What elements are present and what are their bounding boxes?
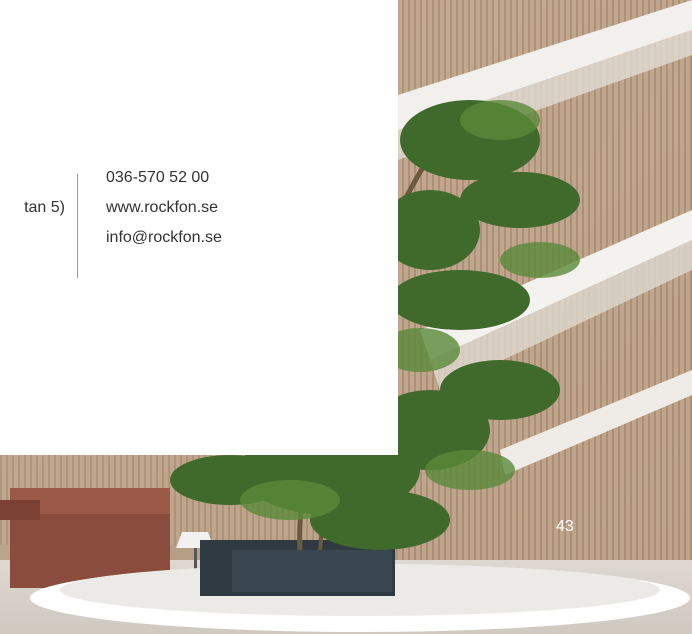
- contact-details-column: 036-570 52 00 www.rockfon.se info@rockfo…: [106, 163, 222, 253]
- phone-number: 036-570 52 00: [106, 169, 210, 186]
- address-line-3: [0, 223, 65, 253]
- address-line-2: tan 5): [24, 199, 65, 216]
- contact-address-column: tan 5): [0, 163, 65, 253]
- page-number: 43: [556, 518, 574, 535]
- contact-divider: [77, 174, 78, 278]
- email-link[interactable]: info@rockfon.se: [106, 223, 222, 253]
- address-line-1: [0, 163, 65, 193]
- website-link[interactable]: www.rockfon.se: [106, 193, 222, 223]
- contact-card: tan 5) 036-570 52 00 www.rockfon.se info…: [0, 0, 398, 455]
